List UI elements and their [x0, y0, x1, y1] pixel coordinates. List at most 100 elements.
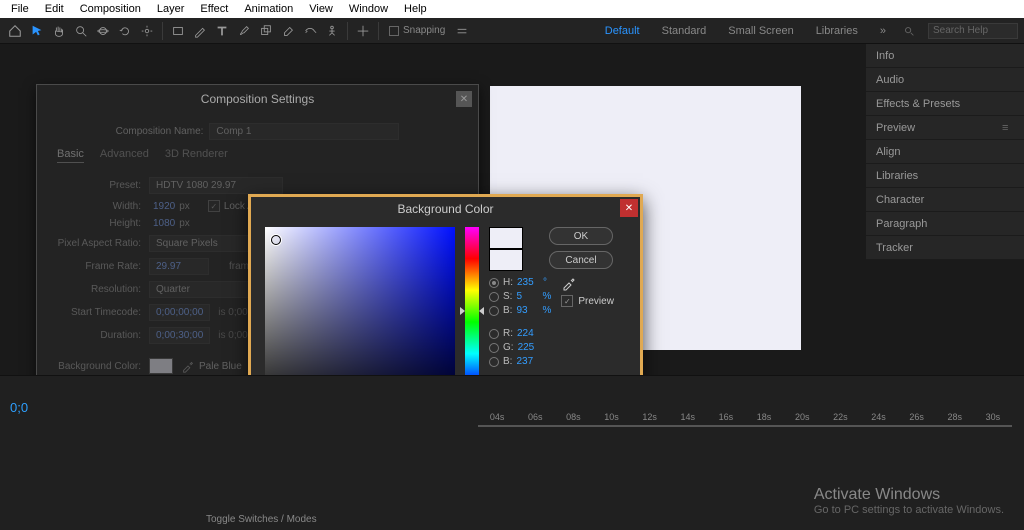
panel-preview[interactable]: Preview≡	[866, 116, 1024, 140]
bl-value[interactable]: 237	[516, 356, 538, 367]
h-value[interactable]: 235	[517, 277, 539, 288]
g-radio[interactable]	[489, 343, 499, 353]
bl-label: B:	[503, 356, 512, 367]
tick: 22s	[821, 412, 859, 426]
menu-layer[interactable]: Layer	[150, 2, 192, 16]
orbit-tool-icon[interactable]	[94, 22, 112, 40]
rotate-tool-icon[interactable]	[116, 22, 134, 40]
hand-tool-icon[interactable]	[50, 22, 68, 40]
height-value[interactable]: 1080	[153, 218, 175, 229]
workspace-small-screen[interactable]: Small Screen	[718, 21, 803, 41]
r-value[interactable]: 224	[517, 328, 539, 339]
timeline-panel[interactable]: 0;0 04s 06s 08s 10s 12s 14s 16s 18s 20s …	[0, 375, 1024, 530]
duration-field[interactable]: 0;00;30;00	[149, 327, 210, 344]
os-menubar[interactable]: File Edit Composition Layer Effect Anima…	[0, 0, 1024, 18]
selection-tool-icon[interactable]	[28, 22, 46, 40]
hue-thumb-left-icon	[460, 307, 465, 315]
toggle-switches-button[interactable]: Toggle Switches / Modes	[206, 514, 317, 525]
framerate-field[interactable]: 29.97	[149, 258, 209, 275]
snap-opts-icon[interactable]	[453, 22, 471, 40]
workspace-more-icon[interactable]: »	[870, 21, 896, 41]
start-tc-field[interactable]: 0;00;00;00	[149, 304, 210, 321]
pen-tool-icon[interactable]	[191, 22, 209, 40]
eyedropper-icon[interactable]	[561, 275, 577, 291]
par-label: Pixel Aspect Ratio:	[53, 238, 149, 249]
resolution-label: Resolution:	[53, 284, 149, 295]
separator	[378, 22, 379, 40]
preview-checkbox[interactable]: ✓	[561, 295, 573, 307]
puppet-tool-icon[interactable]	[323, 22, 341, 40]
clone-tool-icon[interactable]	[257, 22, 275, 40]
bgcolor-swatch[interactable]	[149, 358, 173, 374]
px-unit: px	[179, 201, 190, 212]
menu-window[interactable]: Window	[342, 2, 395, 16]
panel-menu-icon[interactable]: ≡	[1002, 122, 1014, 134]
preview-label: Preview	[578, 296, 614, 307]
time-ruler[interactable]: 04s 06s 08s 10s 12s 14s 16s 18s 20s 22s …	[478, 412, 1012, 426]
eraser-tool-icon[interactable]	[279, 22, 297, 40]
tab-basic[interactable]: Basic	[57, 148, 84, 163]
right-panel-stack: Info Audio Effects & Presets Preview≡ Al…	[866, 44, 1024, 260]
home-icon[interactable]	[6, 22, 24, 40]
panel-libraries[interactable]: Libraries	[866, 164, 1024, 188]
panel-paragraph[interactable]: Paragraph	[866, 212, 1024, 236]
cancel-button[interactable]: Cancel	[549, 251, 613, 269]
close-icon[interactable]: ✕	[620, 199, 638, 217]
panel-effects-presets[interactable]: Effects & Presets	[866, 92, 1024, 116]
menu-file[interactable]: File	[4, 2, 36, 16]
menu-edit[interactable]: Edit	[38, 2, 71, 16]
h-radio[interactable]	[489, 278, 499, 288]
panel-character[interactable]: Character	[866, 188, 1024, 212]
panel-info[interactable]: Info	[866, 44, 1024, 68]
preset-dropdown[interactable]: HDTV 1080 29.97	[149, 177, 283, 194]
panel-audio[interactable]: Audio	[866, 68, 1024, 92]
rectangle-tool-icon[interactable]	[169, 22, 187, 40]
b-value[interactable]: 93	[516, 305, 538, 316]
new-color-swatch[interactable]	[489, 227, 523, 249]
bl-radio[interactable]	[489, 357, 499, 367]
workspace-libraries[interactable]: Libraries	[806, 21, 868, 41]
timeline-track[interactable]	[478, 425, 1012, 427]
ok-button[interactable]: OK	[549, 227, 613, 245]
panel-align[interactable]: Align	[866, 140, 1024, 164]
comp-name-field[interactable]: Comp 1	[209, 123, 399, 140]
snapping-toggle[interactable]: Snapping	[385, 25, 449, 36]
watermark-sub: Go to PC settings to activate Windows.	[814, 504, 1004, 516]
tab-3d-renderer[interactable]: 3D Renderer	[165, 148, 228, 163]
menu-animation[interactable]: Animation	[237, 2, 300, 16]
width-value[interactable]: 1920	[153, 201, 175, 212]
type-tool-icon[interactable]	[213, 22, 231, 40]
tool-toolbar: Snapping Default Standard Small Screen L…	[0, 18, 1024, 44]
roto-tool-icon[interactable]	[301, 22, 319, 40]
g-value[interactable]: 225	[518, 342, 540, 353]
tick: 12s	[631, 412, 669, 426]
tick: 28s	[936, 412, 974, 426]
brush-tool-icon[interactable]	[235, 22, 253, 40]
menu-view[interactable]: View	[302, 2, 340, 16]
menu-composition[interactable]: Composition	[73, 2, 148, 16]
activate-windows-watermark: Activate Windows Go to PC settings to ac…	[814, 486, 1004, 516]
anchor-tool-icon[interactable]	[138, 22, 156, 40]
current-timecode[interactable]: 0;0	[10, 400, 28, 415]
s-radio[interactable]	[489, 292, 499, 302]
local-axis-icon[interactable]	[354, 22, 372, 40]
b-radio[interactable]	[489, 306, 499, 316]
tab-advanced[interactable]: Advanced	[100, 148, 149, 163]
workspace-standard[interactable]: Standard	[652, 21, 717, 41]
r-radio[interactable]	[489, 329, 499, 339]
zoom-tool-icon[interactable]	[72, 22, 90, 40]
lock-aspect-checkbox[interactable]: ✓	[208, 200, 220, 212]
menu-help[interactable]: Help	[397, 2, 434, 16]
panel-tracker[interactable]: Tracker	[866, 236, 1024, 260]
menu-effect[interactable]: Effect	[193, 2, 235, 16]
r-label: R:	[503, 328, 513, 339]
search-help-input[interactable]: Search Help	[928, 23, 1018, 39]
workspace-default[interactable]: Default	[595, 21, 650, 41]
height-label: Height:	[53, 218, 149, 229]
close-icon[interactable]: ✕	[456, 91, 472, 107]
current-color-swatch[interactable]	[489, 249, 523, 271]
tick: 30s	[974, 412, 1012, 426]
tick: 14s	[669, 412, 707, 426]
s-value[interactable]: 5	[516, 291, 538, 302]
eyedropper-icon[interactable]	[181, 359, 195, 373]
